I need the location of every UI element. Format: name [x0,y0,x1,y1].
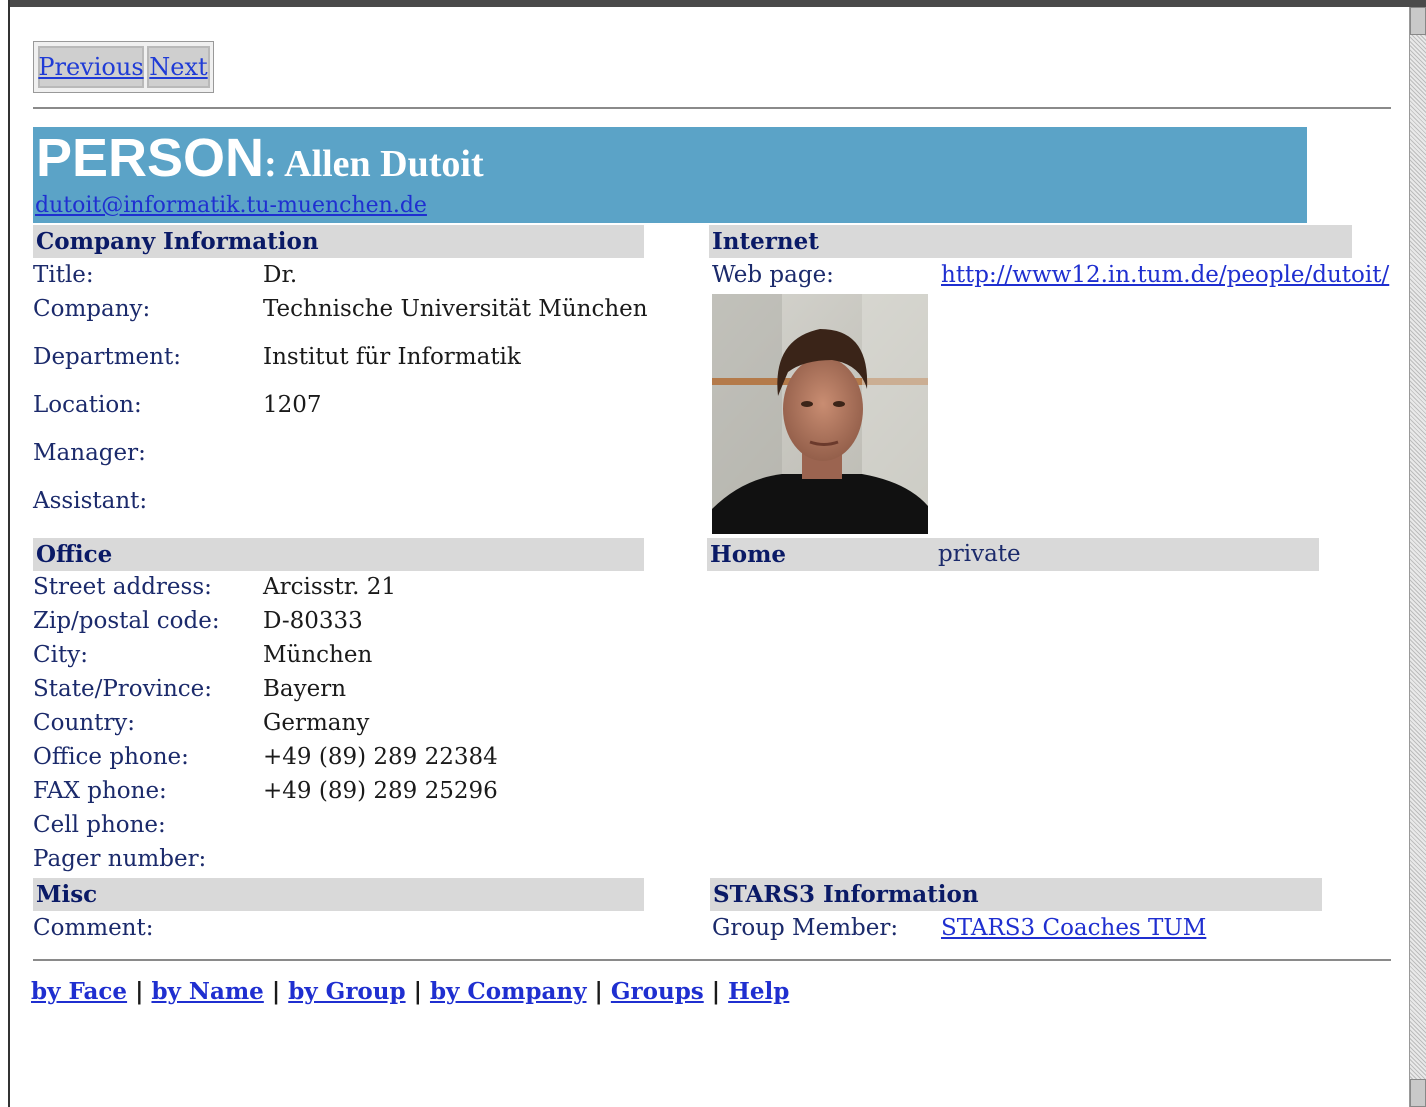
footer-separator: | [405,978,430,1005]
footer-links: by Face | by Name | by Group | by Compan… [31,978,789,1005]
office-field-label: FAX phone: [33,778,167,804]
internet-heading: Internet [709,225,1352,258]
footer-link-help[interactable]: Help [728,978,789,1005]
scroll-down-button[interactable] [1410,1079,1426,1107]
office-field-label: Country: [33,710,136,736]
company-info-heading: Company Information [33,225,644,258]
comment-label: Comment: [33,915,154,941]
company-field-label: Company: [33,296,151,322]
email-link[interactable]: dutoit@informatik.tu-muenchen.de [35,193,427,218]
company-field-label: Location: [33,392,142,418]
scroll-up-button[interactable] [1410,7,1426,35]
office-field-value: Germany [263,710,370,736]
home-label: Home [710,541,787,568]
office-field-value: Arcisstr. 21 [263,574,397,600]
office-field-value: D-80333 [263,608,363,634]
office-field-label: Office phone: [33,744,189,770]
footer-separator: | [703,978,729,1005]
office-field-value: München [263,642,373,668]
company-field-value: 1207 [263,392,322,418]
person-photo [712,294,928,534]
company-field-label: Department: [33,344,181,370]
company-field-label: Title: [33,262,94,288]
next-button[interactable]: Next [147,46,210,88]
footer-separator: | [263,978,289,1005]
group-member-label: Group Member: [712,915,899,941]
bottom-divider [33,959,1391,961]
previous-button[interactable]: Previous [38,46,144,88]
office-field-label: Pager number: [33,846,207,872]
window-left-border [0,0,10,1107]
office-field-label: State/Province: [33,676,213,702]
office-field-value: Bayern [263,676,347,702]
title-prefix: PERSON [36,128,265,188]
office-field-label: Zip/postal code: [33,608,220,634]
stars3-heading: STARS3 Information [710,878,1322,911]
footer-link-by-name[interactable]: by Name [151,978,263,1005]
company-field-value: Dr. [263,262,298,288]
vertical-scrollbar[interactable] [1409,7,1426,1107]
top-divider [33,107,1391,109]
office-heading: Office [33,538,644,571]
office-field-value: +49 (89) 289 22384 [263,744,498,770]
footer-link-by-face[interactable]: by Face [31,978,127,1005]
web-page-label: Web page: [712,262,834,288]
office-field-value: +49 (89) 289 25296 [263,778,498,804]
window-top-border [0,0,1426,7]
home-value: private [938,541,1021,567]
company-field-value: Institut für Informatik [263,344,521,370]
company-field-label: Manager: [33,440,146,466]
footer-separator: | [127,978,152,1005]
footer-separator: | [586,978,611,1005]
company-field-value: Technische Universität München [263,296,648,322]
group-member-link[interactable]: STARS3 Coaches TUM [941,915,1206,941]
office-field-label: Street address: [33,574,212,600]
footer-link-by-company[interactable]: by Company [430,978,587,1005]
record-navigation: Previous Next [33,41,214,93]
footer-link-groups[interactable]: Groups [611,978,704,1005]
company-field-label: Assistant: [33,488,148,514]
office-field-label: City: [33,642,88,668]
web-page-link[interactable]: http://www12.in.tum.de/people/dutoit/ [941,262,1389,288]
footer-link-by-group[interactable]: by Group [288,978,405,1005]
office-field-label: Cell phone: [33,812,166,838]
person-name: : Allen Dutoit [264,143,484,185]
page-title: PERSON: Allen Dutoit [36,127,484,189]
misc-heading: Misc [33,878,644,911]
